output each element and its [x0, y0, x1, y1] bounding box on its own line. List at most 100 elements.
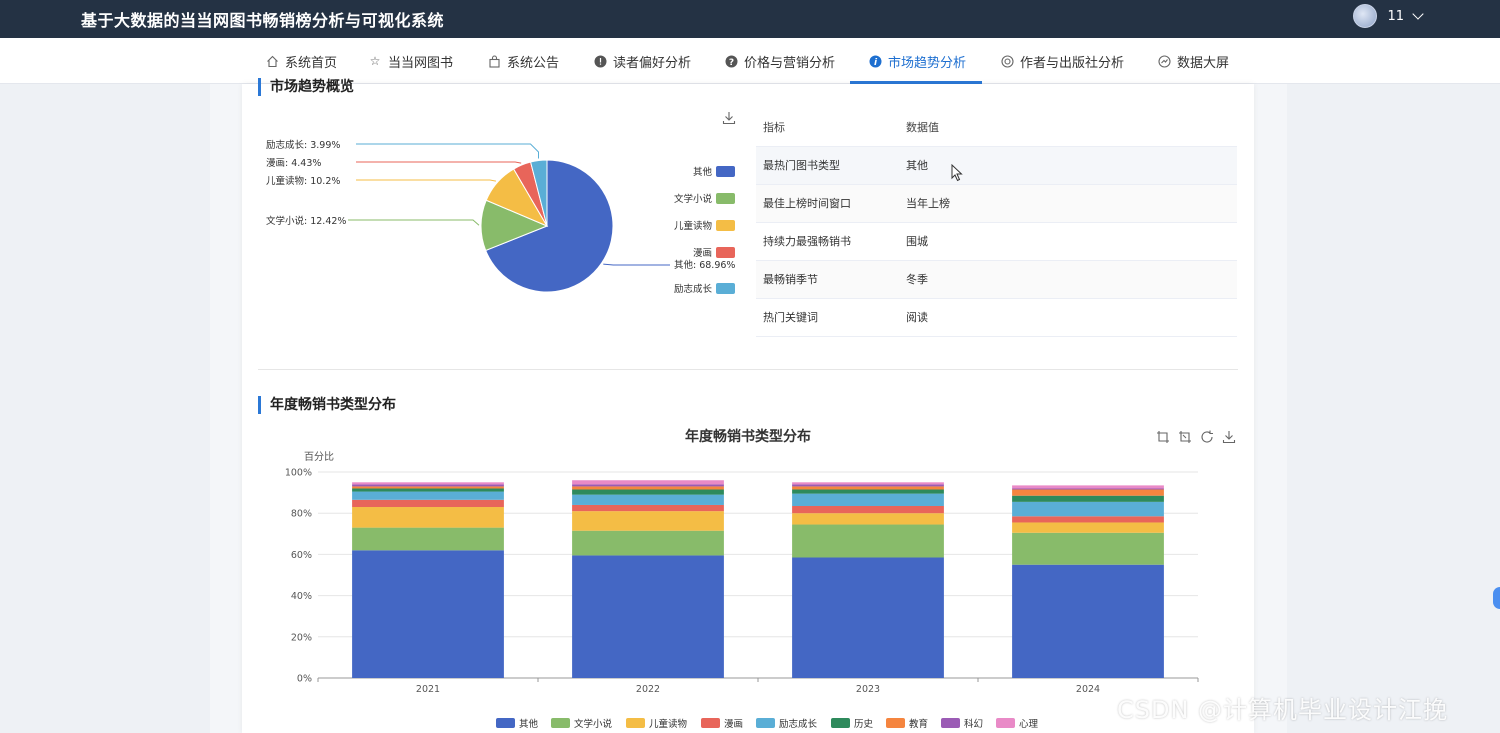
bar-segment: [1012, 485, 1164, 489]
watermark: CSDN @计算机毕业设计江挽: [1117, 696, 1449, 724]
tab-author-publisher[interactable]: 作者与出版社分析: [1000, 38, 1124, 84]
tab-price-marketing[interactable]: ? 价格与营销分析: [724, 38, 835, 84]
bar-segment: [792, 505, 944, 514]
floating-button[interactable]: [1493, 587, 1500, 609]
pie-legend-label: 儿童读物: [674, 220, 713, 232]
bar-legend-swatch: [996, 718, 1015, 728]
tab-books[interactable]: ☆ 当当网图书: [368, 38, 453, 84]
user-menu[interactable]: 11: [1353, 4, 1424, 28]
pie-label-line: [603, 263, 670, 266]
bar-segment: [572, 489, 724, 495]
x-tick-label: 2023: [856, 684, 880, 695]
bar-segment: [1012, 564, 1164, 678]
settings-icon: [1000, 54, 1014, 68]
bar-legend-swatch: [831, 718, 850, 728]
value-cell: 其他: [899, 146, 1237, 185]
left-margin: [0, 84, 210, 733]
value-cell: 当年上榜: [899, 184, 1237, 223]
stacked-bar-chart: 年度畅销书类型分布百分比 0% 20% 40% 60% 80% 100% 2021 2022 20…: [285, 428, 1199, 730]
table-header: 数据值: [899, 108, 1237, 147]
bar-segment: [352, 507, 504, 528]
table-header-row: 指标 数据值: [756, 108, 1237, 147]
y-axis-label: 百分比: [304, 451, 334, 463]
bar-segment: [572, 530, 724, 556]
table-row[interactable]: 热门关键词 阅读: [756, 298, 1237, 337]
tab-announcements[interactable]: 系统公告: [487, 38, 559, 84]
bar-segment: [792, 524, 944, 558]
bar-segment: [572, 511, 724, 531]
dashboard-icon: [1157, 54, 1171, 68]
bar-segment: [572, 555, 724, 678]
info-icon: i: [868, 54, 882, 68]
tab-reader-preference[interactable]: 读者偏好分析: [593, 38, 691, 84]
bar-legend-label: 科幻: [964, 718, 983, 730]
tab-label: 作者与出版社分析: [1020, 55, 1125, 71]
svg-text:?: ?: [728, 57, 733, 67]
chart-title: 年度畅销书类型分布: [685, 428, 811, 445]
bar-segment: [792, 482, 944, 485]
pie-legend-swatch: [716, 247, 735, 258]
y-tick-label: 20%: [291, 632, 312, 643]
bar-segment: [352, 486, 504, 489]
bar-legend-label: 其他: [519, 718, 539, 730]
pie-legend-swatch: [716, 220, 735, 231]
metric-cell: 热门关键词: [756, 298, 899, 337]
tab-dashboard[interactable]: 数据大屏: [1157, 38, 1229, 84]
y-tick-label: 60%: [291, 550, 312, 561]
download-icon[interactable]: [722, 111, 736, 129]
table-row[interactable]: 持续力最强畅销书 围城: [756, 222, 1237, 261]
bar-segment: [352, 499, 504, 508]
bar-segment: [792, 513, 944, 525]
bar-legend-label: 漫画: [724, 718, 743, 730]
home-icon: [265, 54, 279, 68]
bar-legend-label: 文学小说: [574, 718, 613, 730]
pie-legend-swatch: [716, 283, 735, 294]
table-row[interactable]: 最热门图书类型 其他: [756, 146, 1237, 185]
metric-cell: 持续力最强畅销书: [756, 222, 899, 261]
table-row[interactable]: 最畅销季节 冬季: [756, 260, 1237, 299]
pie-data-label: 励志成长: 3.99%: [266, 139, 340, 151]
metric-cell: 最畅销季节: [756, 260, 899, 299]
bar-segment: [792, 489, 944, 494]
bar-segment: [792, 557, 944, 678]
bar-legend-label: 历史: [854, 718, 874, 730]
pie-label-line: [356, 179, 497, 182]
pie-label-line: [356, 161, 522, 164]
bar-legend-label: 励志成长: [779, 718, 818, 730]
bar-segment: [1012, 522, 1164, 533]
y-tick-label: 0%: [297, 674, 312, 685]
table-row[interactable]: 最佳上榜时间窗口 当年上榜: [756, 184, 1237, 223]
avatar[interactable]: [1353, 4, 1378, 28]
bar-legend-swatch: [886, 718, 905, 728]
bar-legend-label: 儿童读物: [649, 718, 688, 730]
main-nav: 系统首页 ☆ 当当网图书 系统公告 读者偏好分析 ? 价格与营销分析 i 市场趋…: [0, 38, 1500, 84]
mouse-cursor-icon: [951, 163, 963, 186]
alert-icon: [593, 54, 607, 68]
bar-segment: [1012, 488, 1164, 490]
tab-label: 价格与营销分析: [744, 55, 836, 71]
yearly-section-title: 年度畅销书类型分布: [258, 396, 396, 414]
pie-legend-label: 其他: [693, 166, 713, 178]
tab-market-trend[interactable]: i 市场趋势分析: [868, 38, 966, 84]
chevron-down-icon[interactable]: [1412, 8, 1424, 20]
pie-label-line: [348, 219, 480, 226]
value-cell: 阅读: [899, 298, 1237, 337]
right-margin: [1287, 84, 1500, 733]
bar-segment: [572, 504, 724, 512]
pie-label-line: [356, 143, 539, 159]
pie-chart: 其他: 68.96% 文学小说: 12.42% 儿童读物: 10.2% 漫画: 4.4…: [266, 139, 735, 295]
bar-segment: [572, 494, 724, 505]
bar-segment: [352, 484, 504, 487]
bar-legend-swatch: [701, 718, 720, 728]
bar-legend-swatch: [756, 718, 775, 728]
bar-segment: [792, 484, 944, 487]
bar-segment: [1012, 501, 1164, 517]
app-title: 基于大数据的当当网图书畅销榜分析与可视化系统: [81, 11, 445, 30]
bag-icon: [487, 54, 501, 68]
bar-segment: [352, 488, 504, 492]
bar-legend-swatch: [551, 718, 570, 728]
section-divider: [258, 369, 1238, 370]
bar-segment: [1012, 495, 1164, 502]
bar-legend-label: 心理: [1019, 719, 1039, 730]
value-cell: 冬季: [899, 260, 1237, 299]
